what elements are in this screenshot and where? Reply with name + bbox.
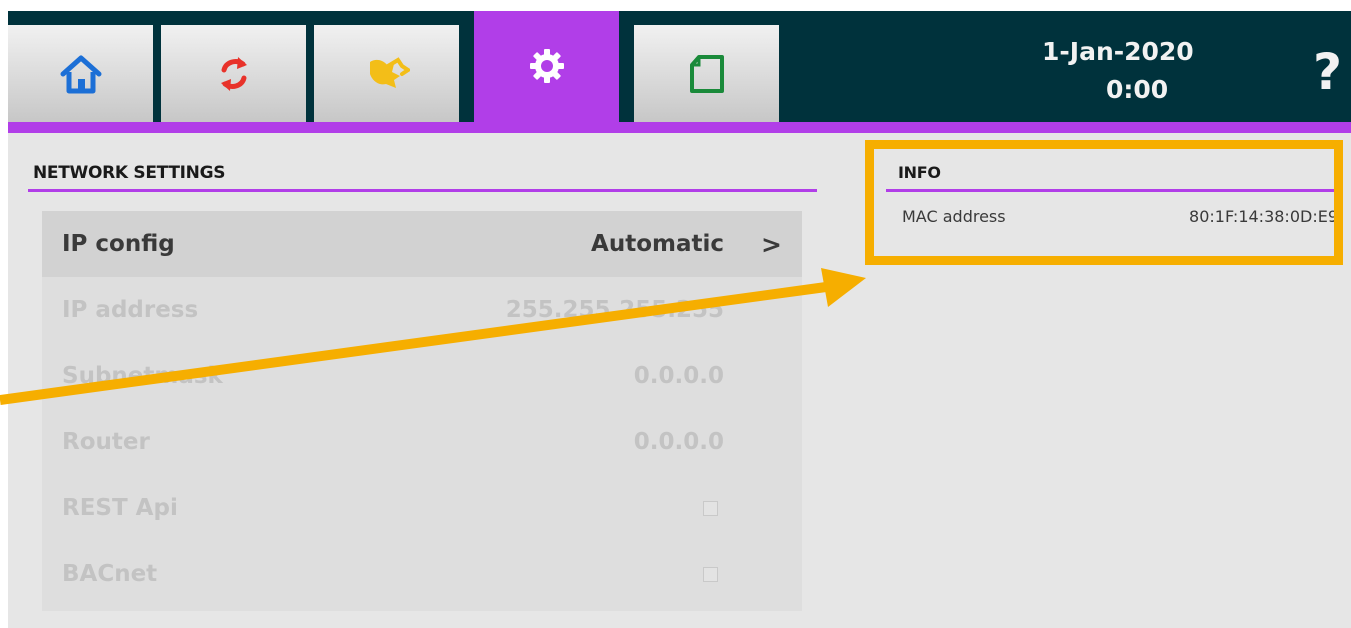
- annotation-arrow: [0, 268, 866, 405]
